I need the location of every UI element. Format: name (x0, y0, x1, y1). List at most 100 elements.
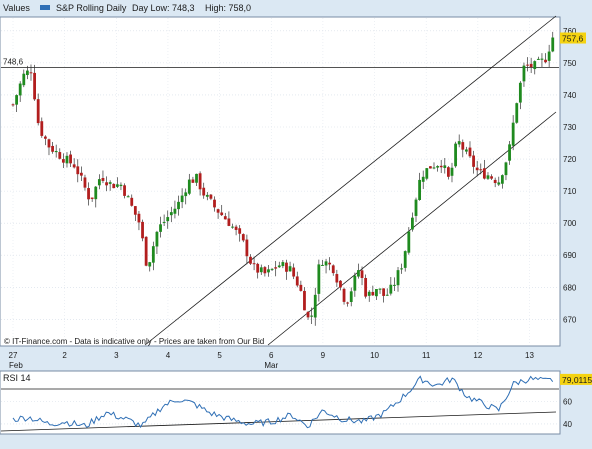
candle-body (83, 177, 87, 188)
candle-body (43, 136, 47, 139)
last-price-label: 757,6 (562, 34, 584, 44)
candle-body (180, 195, 184, 203)
candle-body (249, 256, 252, 264)
candle-body (274, 267, 278, 269)
candle-body (270, 268, 274, 270)
candle (515, 102, 519, 124)
candle-body (209, 194, 213, 199)
candle-body (36, 99, 40, 124)
candle-body (436, 166, 439, 168)
x-tick: 5 (217, 351, 222, 360)
candle-body (148, 262, 152, 267)
candle-body (54, 150, 58, 153)
candle-body (238, 228, 242, 234)
candle-body (292, 267, 296, 277)
candle-body (295, 276, 299, 286)
candle-body (137, 213, 141, 223)
candle-body (547, 51, 551, 61)
x-tick: 9 (321, 351, 326, 360)
candle-body (151, 246, 155, 263)
x-month-label: Mar (264, 361, 278, 370)
chart-svg: Values S&P Rolling Daily Day Low: 748,3 … (0, 0, 592, 444)
x-tick: 3 (114, 351, 119, 360)
candle-body (191, 179, 195, 183)
candle-body (130, 197, 134, 206)
price-y-tick: 700 (563, 219, 577, 228)
candle-body (285, 262, 288, 272)
candle-body (526, 64, 529, 66)
candle-body (79, 172, 83, 176)
price-y-tick: 720 (563, 155, 577, 164)
candle-body (324, 261, 328, 266)
candle-body (15, 95, 18, 105)
candle-body (256, 263, 260, 273)
x-tick: 13 (525, 351, 534, 360)
candle-body (184, 192, 188, 197)
candle-body (339, 280, 342, 288)
candle-body (144, 236, 148, 266)
candle (141, 219, 144, 242)
candle-body (108, 182, 112, 184)
x-month-label: Feb (9, 361, 23, 370)
candle-body (159, 224, 162, 232)
x-tick: 27 (9, 351, 18, 360)
candle-body (133, 206, 137, 215)
candle-body (69, 154, 72, 164)
candle-body (65, 155, 69, 164)
candle-body (367, 291, 371, 296)
candle-body (518, 82, 522, 103)
price-y-tick: 740 (563, 91, 577, 100)
candle-body (97, 179, 101, 186)
candle-body (29, 72, 33, 74)
candle-body (90, 197, 94, 199)
candle-body (227, 218, 231, 226)
candle-body (346, 302, 350, 304)
candle-body (439, 165, 443, 168)
x-tick: 12 (473, 351, 482, 360)
candle-body (101, 177, 105, 181)
price-y-tick: 710 (563, 187, 577, 196)
candle-body (421, 176, 425, 182)
candle-body (241, 234, 245, 241)
candle-body (76, 166, 80, 175)
price-y-tick: 690 (563, 251, 577, 260)
candle-body (515, 103, 519, 123)
candle-body (123, 185, 126, 196)
candle-body (396, 270, 400, 286)
candle-body (177, 201, 180, 210)
candle-body (533, 61, 537, 70)
candle-body (360, 270, 364, 278)
candle-body (446, 167, 450, 177)
candle-body (551, 37, 555, 52)
price-y-tick: 680 (563, 283, 577, 292)
candle-body (303, 290, 306, 311)
candle-body (25, 70, 29, 76)
candle-body (411, 217, 414, 230)
x-tick: 2 (62, 351, 67, 360)
chart-window: Values S&P Rolling Daily Day Low: 748,3 … (0, 0, 592, 444)
candle-body (72, 164, 76, 168)
candle-body (450, 167, 454, 176)
candle-body (51, 145, 54, 152)
candle-body (263, 267, 267, 274)
rsi-y-tick: 40 (563, 420, 572, 429)
day-low-label: Day Low: 748,3 (132, 3, 195, 13)
candle-body (306, 311, 310, 318)
candle-body (429, 166, 432, 169)
day-high-label: High: 758,0 (205, 3, 251, 13)
candle-body (267, 269, 270, 273)
candle-body (126, 196, 130, 198)
candle-body (468, 147, 472, 157)
candle-body (400, 268, 404, 270)
candle-body (357, 270, 360, 277)
candle-body (486, 175, 490, 179)
candle-body (162, 221, 166, 223)
candle-body (464, 149, 468, 152)
candle-body (155, 231, 159, 247)
candle-body (349, 291, 353, 302)
rsi-panel (0, 370, 561, 435)
candle-body (371, 291, 375, 296)
candle-body (403, 251, 407, 268)
candle-body (234, 226, 238, 230)
candle-body (522, 65, 526, 82)
